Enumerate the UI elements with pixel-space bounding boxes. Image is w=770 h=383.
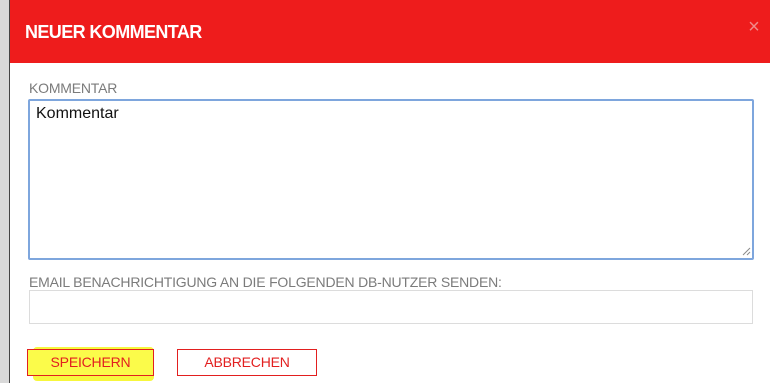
cancel-button[interactable]: ABBRECHEN bbox=[177, 349, 317, 376]
new-comment-dialog: NEUER KOMMENTAR × KOMMENTAR EMAIL BENACH… bbox=[9, 0, 770, 383]
close-icon[interactable]: × bbox=[743, 16, 765, 38]
save-button[interactable]: SPEICHERN bbox=[27, 349, 154, 376]
comment-label: KOMMENTAR bbox=[29, 80, 118, 96]
comment-textarea[interactable] bbox=[28, 99, 754, 260]
dialog-header: NEUER KOMMENTAR × bbox=[10, 0, 770, 63]
dialog-title: NEUER KOMMENTAR bbox=[25, 22, 202, 42]
resize-grip-icon[interactable] bbox=[741, 246, 751, 256]
email-notification-label: EMAIL BENACHRICHTIGUNG AN DIE FOLGENDEN … bbox=[29, 274, 502, 290]
email-recipients-input[interactable] bbox=[29, 290, 753, 324]
